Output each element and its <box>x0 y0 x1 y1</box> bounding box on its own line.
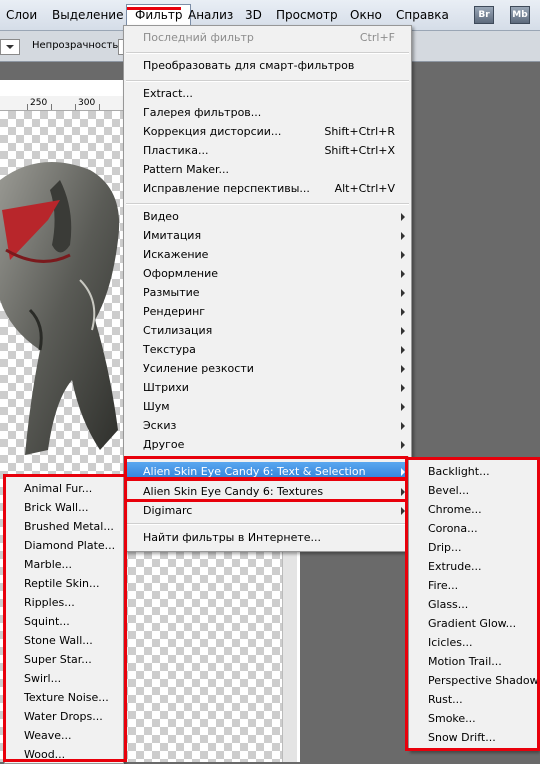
menu-analysis[interactable]: Анализ <box>188 8 233 22</box>
menu-item-video[interactable]: Видео <box>124 207 411 226</box>
menu-item-browse-filters-online[interactable]: Найти фильтры в Интернете... <box>124 528 411 547</box>
submenu-arrow-icon <box>401 403 405 411</box>
menu-item-noise[interactable]: Шум <box>124 397 411 416</box>
menu-item-distort[interactable]: Искажение <box>124 245 411 264</box>
creature-image <box>0 162 120 455</box>
ruler-label: 250 <box>30 98 48 108</box>
menu-view[interactable]: Просмотр <box>276 8 338 22</box>
menu-item-texture[interactable]: Текстура <box>124 340 411 359</box>
menu-item-pixelate[interactable]: Оформление <box>124 264 411 283</box>
menu-item-blur[interactable]: Размытие <box>124 283 411 302</box>
menu-item-other[interactable]: Другое <box>124 435 411 454</box>
submenu-arrow-icon <box>401 384 405 392</box>
menu-item-pattern-maker[interactable]: Pattern Maker... <box>124 160 411 179</box>
submenu-arrow-icon <box>401 346 405 354</box>
submenu-arrow-icon <box>401 365 405 373</box>
textures-highlight-annotation <box>124 478 408 502</box>
menu-item-brush-strokes[interactable]: Штрихи <box>124 378 411 397</box>
menu-item-convert-smart-filters[interactable]: Преобразовать для смарт-фильтров <box>124 56 411 75</box>
bridge-icon[interactable]: Br <box>474 6 494 24</box>
opacity-label: Непрозрачность: <box>32 40 122 51</box>
textures-submenu-annotation <box>3 474 127 762</box>
menu-window[interactable]: Окно <box>350 8 382 22</box>
menu-item-stylize[interactable]: Стилизация <box>124 321 411 340</box>
menu-item-last-filter: Последний фильтр Ctrl+F <box>143 31 395 44</box>
menu-item-extract[interactable]: Extract... <box>124 84 411 103</box>
menu-3d[interactable]: 3D <box>245 8 262 22</box>
submenu-arrow-icon <box>401 441 405 449</box>
submenu-arrow-icon <box>401 270 405 278</box>
menu-item-lens-correction[interactable]: Коррекция дисторсии... Shift+Ctrl+R <box>124 122 411 141</box>
menu-item-filter-gallery[interactable]: Галерея фильтров... <box>124 103 411 122</box>
submenu-arrow-icon <box>401 213 405 221</box>
menu-item-artistic[interactable]: Имитация <box>124 226 411 245</box>
filter-menu-underline-annotation <box>127 7 181 10</box>
connector-line-annotation <box>124 498 127 762</box>
text-selection-submenu-annotation <box>405 457 540 751</box>
horizontal-ruler: 250 300 <box>0 96 125 111</box>
submenu-arrow-icon <box>401 289 405 297</box>
menu-item-liquify[interactable]: Пластика... Shift+Ctrl+X <box>124 141 411 160</box>
submenu-arrow-icon <box>401 308 405 316</box>
menu-select[interactable]: Выделение <box>52 8 123 22</box>
menu-item-digimarc[interactable]: Digimarc <box>124 501 411 520</box>
text-selection-highlight-annotation <box>124 456 408 480</box>
menu-layers[interactable]: Слои <box>6 8 37 22</box>
submenu-arrow-icon <box>401 327 405 335</box>
menu-item-vanishing-point[interactable]: Исправление перспективы... Alt+Ctrl+V <box>124 179 411 198</box>
menu-item-sharpen[interactable]: Усиление резкости <box>124 359 411 378</box>
menu-item-render[interactable]: Рендеринг <box>124 302 411 321</box>
ruler-label: 300 <box>78 98 96 108</box>
submenu-arrow-icon <box>401 232 405 240</box>
blend-mode-dropdown[interactable] <box>0 39 20 55</box>
mini-bridge-icon[interactable]: Mb <box>510 6 530 24</box>
submenu-arrow-icon <box>401 422 405 430</box>
menu-help[interactable]: Справка <box>396 8 449 22</box>
menu-item-sketch[interactable]: Эскиз <box>124 416 411 435</box>
submenu-arrow-icon <box>401 251 405 259</box>
